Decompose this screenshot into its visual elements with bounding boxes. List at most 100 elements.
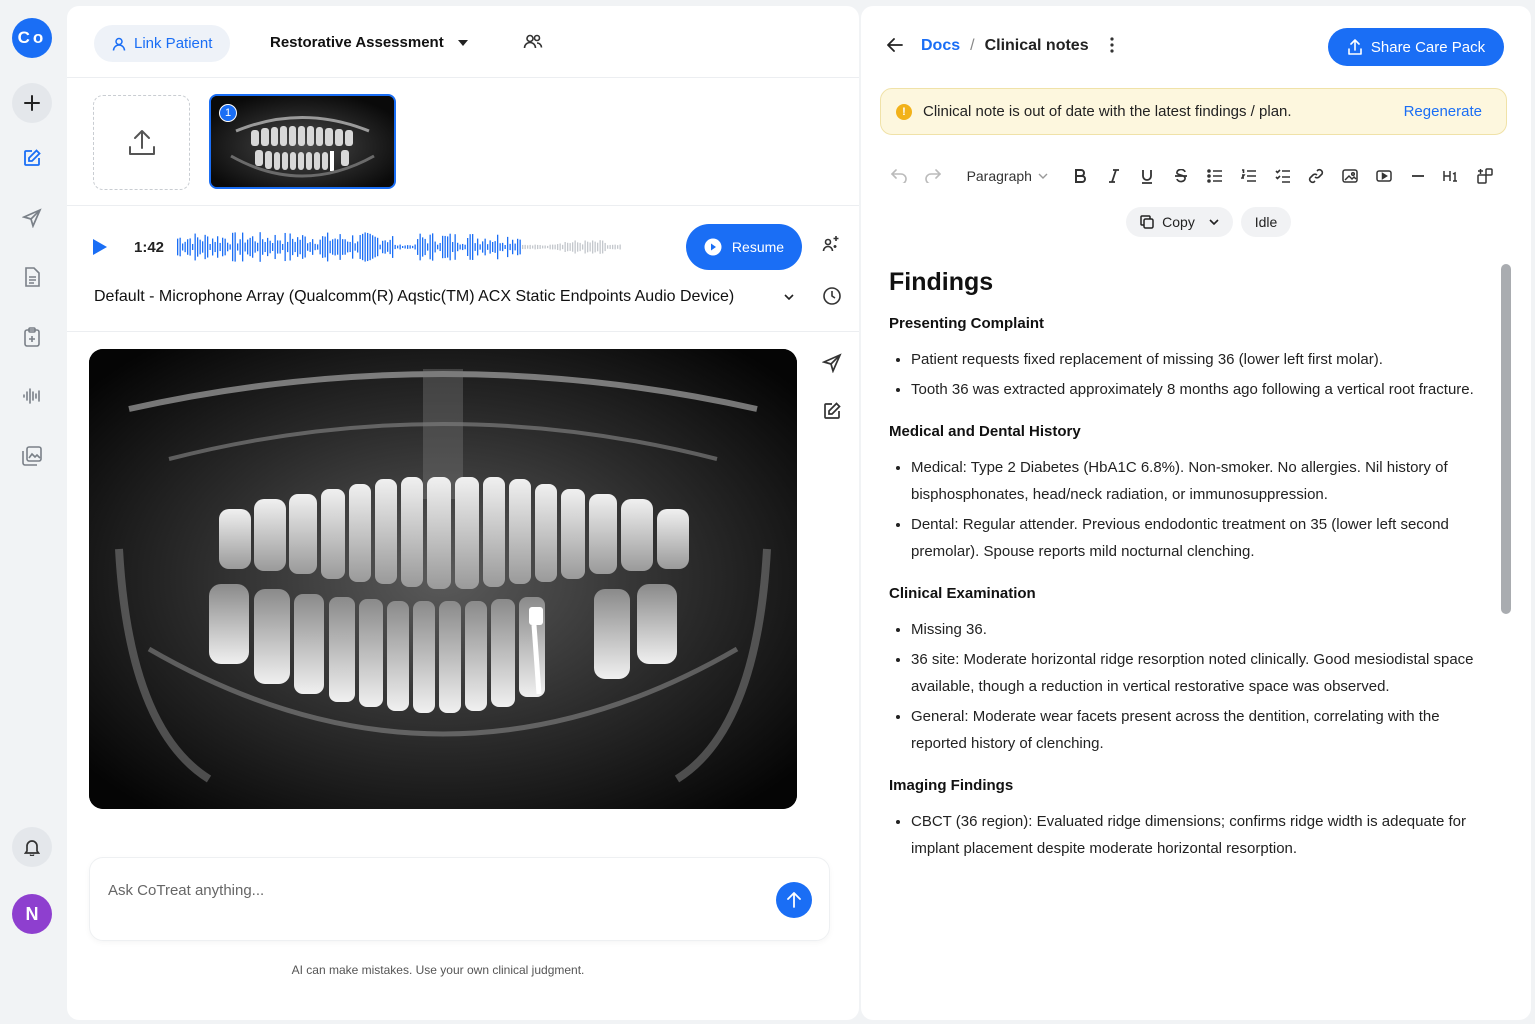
horizontal-rule-button[interactable]: [1406, 164, 1430, 188]
chevron-down-icon: [784, 294, 794, 300]
edit-note-icon: [24, 149, 41, 166]
blocks-icon: [1477, 168, 1493, 184]
italic-button[interactable]: [1102, 164, 1126, 188]
note-scrollbar[interactable]: [1501, 264, 1511, 968]
back-button[interactable]: [887, 37, 903, 58]
numbered-list-icon: [1240, 169, 1256, 182]
annotate-image-button[interactable]: [822, 401, 842, 426]
upload-button[interactable]: [93, 95, 190, 190]
list-item: CBCT (36 region): Evaluated ridge dimens…: [911, 808, 1483, 862]
strikethrough-icon: [1175, 169, 1188, 183]
strikethrough-button[interactable]: [1169, 164, 1193, 188]
assessment-dropdown[interactable]: Restorative Assessment: [270, 34, 468, 51]
share-care-pack-button[interactable]: Share Care Pack: [1328, 28, 1504, 66]
app-logo[interactable]: Co: [12, 18, 52, 58]
clinical-note-editor[interactable]: Findings Presenting Complaint Patient req…: [889, 268, 1483, 1008]
breadcrumb-docs-link[interactable]: Docs: [921, 37, 960, 55]
audio-waveform[interactable]: [177, 232, 627, 262]
document-icon: [25, 267, 40, 287]
editor-toolbar: Paragraph: [887, 164, 1507, 188]
copy-icon: [1140, 215, 1154, 229]
clock-history-icon: [823, 287, 841, 305]
docs-panel: Docs / Clinical notes Share Care Pack ! …: [861, 6, 1531, 1020]
insert-video-button[interactable]: [1372, 164, 1396, 188]
share-icon: [1348, 39, 1362, 55]
person-icon: [112, 37, 126, 51]
notifications-button[interactable]: [12, 827, 52, 867]
xray-thumbnail-image: [211, 96, 394, 187]
bullet-list-button[interactable]: [1203, 164, 1227, 188]
checklist-button[interactable]: [1271, 164, 1295, 188]
history-button[interactable]: [822, 286, 842, 311]
redo-button[interactable]: [921, 164, 945, 188]
list-item: Missing 36.: [911, 616, 1483, 643]
list-item: Patient requests fixed replacement of mi…: [911, 346, 1483, 373]
scrollbar-thumb[interactable]: [1501, 264, 1511, 614]
undo-button[interactable]: [887, 164, 911, 188]
ask-input[interactable]: [108, 882, 748, 899]
rail-documents-button[interactable]: [12, 257, 52, 297]
edit-note-icon: [824, 402, 841, 419]
note-sections: Presenting Complaint Patient requests fix…: [889, 315, 1483, 862]
share-label: Share Care Pack: [1370, 38, 1486, 56]
caret-down-icon: [457, 39, 468, 46]
copy-button[interactable]: Copy: [1126, 207, 1233, 237]
resume-label: Resume: [731, 239, 785, 255]
participants-button[interactable]: [523, 33, 545, 55]
rail-notes-button[interactable]: [12, 138, 52, 178]
arrow-left-icon: [887, 38, 903, 52]
send-message-button[interactable]: [776, 882, 812, 918]
rail-clipboard-button[interactable]: [12, 317, 52, 357]
send-icon: [22, 208, 42, 228]
outdated-alert: ! Clinical note is out of date with the …: [880, 88, 1507, 135]
xray-thumbnail[interactable]: 1: [209, 94, 396, 189]
underline-button[interactable]: [1136, 164, 1160, 188]
list-item: Medical: Type 2 Diabetes (HbA1C 6.8%). N…: [911, 454, 1483, 508]
xray-image-viewer[interactable]: [89, 349, 797, 809]
image-gallery-icon: [22, 446, 42, 466]
horizontal-rule-icon: [1411, 175, 1424, 177]
image-icon: [1342, 169, 1358, 183]
arrow-up-icon: [787, 892, 801, 908]
paragraph-style-dropdown[interactable]: Paragraph: [967, 168, 1048, 184]
microphone-select[interactable]: Default - Microphone Array (Qualcomm(R) …: [94, 288, 794, 306]
sparkle-people-icon: [822, 236, 839, 252]
rail-gallery-button[interactable]: [12, 436, 52, 476]
play-icon: [93, 239, 107, 255]
status-badge[interactable]: Idle: [1241, 207, 1291, 237]
bold-button[interactable]: [1068, 164, 1092, 188]
rail-send-button[interactable]: [12, 198, 52, 238]
rail-audio-button[interactable]: [12, 376, 52, 416]
note-title: Findings: [889, 268, 994, 296]
clipboard-plus-icon: [24, 327, 40, 347]
section-list: Medical: Type 2 Diabetes (HbA1C 6.8%). N…: [911, 454, 1483, 565]
insert-image-button[interactable]: [1338, 164, 1362, 188]
resume-button[interactable]: Resume: [686, 224, 802, 270]
bell-icon: [24, 840, 40, 856]
play-button[interactable]: [92, 238, 108, 261]
send-image-button[interactable]: [821, 353, 842, 378]
link-patient-button[interactable]: Link Patient: [94, 25, 231, 62]
link-button[interactable]: [1304, 164, 1328, 188]
section-heading: Medical and Dental History: [889, 423, 1081, 440]
redo-icon: [924, 169, 941, 183]
waveform-icon: [23, 388, 40, 404]
heading-icon: [1443, 171, 1458, 182]
video-icon: [1376, 170, 1392, 182]
list-item: Tooth 36 was extracted approximately 8 m…: [911, 376, 1483, 403]
user-avatar[interactable]: N: [12, 894, 52, 934]
more-options-button[interactable]: [1109, 37, 1115, 58]
section-list: Missing 36. 36 site: Moderate horizontal …: [911, 616, 1483, 757]
heading-button[interactable]: [1440, 164, 1464, 188]
enhance-button[interactable]: [821, 234, 841, 259]
list-item: Dental: Regular attender. Previous endod…: [911, 511, 1483, 565]
more-blocks-button[interactable]: [1473, 164, 1497, 188]
underline-icon: [1142, 169, 1153, 184]
numbered-list-button[interactable]: [1237, 164, 1261, 188]
section-list: Patient requests fixed replacement of mi…: [911, 346, 1483, 403]
regenerate-link[interactable]: Regenerate: [1404, 103, 1482, 120]
link-patient-label: Link Patient: [134, 35, 213, 52]
paragraph-style-label: Paragraph: [966, 168, 1032, 184]
list-item: General: Moderate wear facets present ac…: [911, 703, 1483, 757]
new-session-button[interactable]: [12, 83, 52, 123]
